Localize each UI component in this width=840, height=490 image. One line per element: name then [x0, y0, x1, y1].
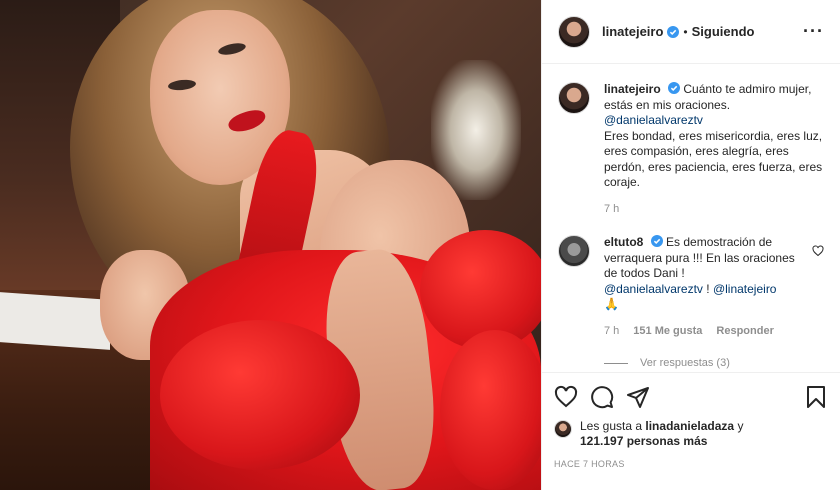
dress-ruffle — [440, 330, 541, 490]
dress-ruffle — [160, 320, 360, 470]
caption-username[interactable]: linatejeiro — [604, 82, 661, 96]
comment-body: eltuto8 Es demostración de verraquera pu… — [604, 235, 800, 339]
caption-text: Eres bondad, eres misericordia, eres luz… — [604, 128, 823, 190]
post-header: linatejeiro • Siguiendo ··· — [542, 0, 840, 64]
likes-summary: Les gusta a linadanieladaza y 121.197 pe… — [554, 419, 828, 449]
header-username[interactable]: linatejeiro — [602, 24, 663, 39]
verified-badge-icon — [668, 82, 681, 94]
following-button[interactable]: Siguiendo — [692, 24, 755, 39]
caption-body: linatejeiro Cuánto te admiro mujer, está… — [604, 82, 824, 217]
liker-username[interactable]: linadanieladaza — [645, 419, 734, 433]
avatar[interactable] — [554, 420, 572, 438]
likes-count[interactable]: 121.197 personas más — [580, 434, 707, 448]
mention-link[interactable]: @linatejeiro — [713, 282, 777, 296]
post-actions: Les gusta a linadanieladaza y 121.197 pe… — [542, 372, 840, 490]
avatar[interactable] — [558, 15, 590, 48]
verified-badge-icon — [667, 25, 680, 38]
verified-badge-icon — [650, 235, 663, 247]
avatar[interactable] — [558, 82, 590, 114]
likes-middle: y — [737, 419, 744, 433]
action-icons — [554, 381, 828, 413]
post-photo[interactable] — [0, 0, 541, 490]
caption-meta: 7 h — [604, 202, 824, 218]
comment-heart-icon[interactable] — [812, 245, 824, 257]
view-replies-label[interactable]: Ver respuestas (3) — [640, 357, 730, 369]
comment-icon[interactable] — [590, 385, 614, 409]
comment-username[interactable]: eltuto8 — [604, 235, 643, 249]
caption-time[interactable]: 7 h — [604, 202, 619, 218]
comment-separator: ! — [706, 281, 710, 296]
table-paper — [0, 292, 110, 350]
bookmark-icon[interactable] — [804, 385, 828, 409]
likes-text: Les gusta a linadanieladaza y 121.197 pe… — [580, 419, 743, 449]
post-timestamp[interactable]: HACE 7 HORAS — [554, 459, 828, 469]
more-options-icon[interactable]: ··· — [803, 21, 824, 42]
view-replies[interactable]: Ver respuestas (3) — [604, 357, 824, 369]
mention-link[interactable]: @danielaalvareztv — [604, 113, 703, 127]
replies-line — [604, 362, 628, 364]
mention-link[interactable]: @danielaalvareztv — [604, 282, 703, 296]
avatar[interactable] — [558, 235, 590, 267]
comment-likes[interactable]: 151 Me gusta — [633, 324, 702, 340]
comments-list[interactable]: linatejeiro Cuánto te admiro mujer, está… — [542, 64, 840, 372]
reply-button[interactable]: Responder — [716, 324, 773, 340]
share-icon[interactable] — [626, 385, 650, 409]
post-side-panel: linatejeiro • Siguiendo ··· linatejeiro … — [541, 0, 840, 490]
heart-icon[interactable] — [554, 385, 578, 409]
praying-hands-emoji: 🙏 — [604, 297, 619, 311]
caption: linatejeiro Cuánto te admiro mujer, está… — [558, 82, 824, 217]
instagram-post: linatejeiro • Siguiendo ··· linatejeiro … — [0, 0, 840, 490]
likes-prefix: Les gusta a — [580, 419, 643, 433]
comment-meta: 7 h 151 Me gusta Responder — [604, 324, 800, 340]
separator-dot: • — [683, 24, 688, 39]
comment-time[interactable]: 7 h — [604, 324, 619, 340]
comment-item: eltuto8 Es demostración de verraquera pu… — [558, 235, 824, 339]
